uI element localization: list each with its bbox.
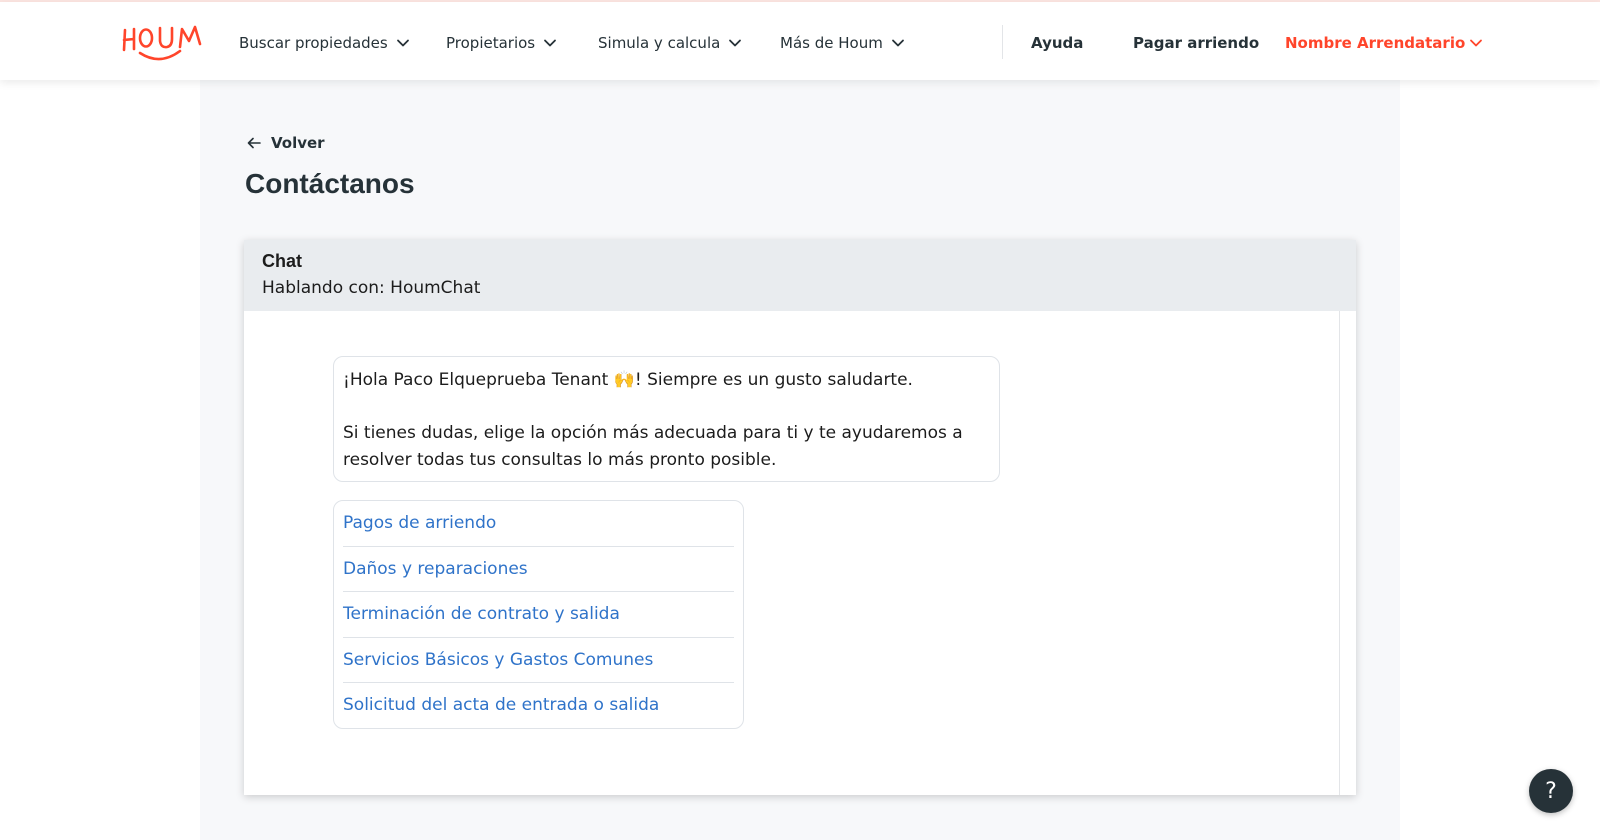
chevron-down-icon xyxy=(1469,36,1483,50)
top-navbar: Buscar propiedades Propietarios Simula y… xyxy=(0,2,1600,80)
nav-buscar-propiedades[interactable]: Buscar propiedades xyxy=(239,31,410,55)
chevron-down-icon xyxy=(543,36,557,50)
user-menu-label: Nombre Arrendatario xyxy=(1285,34,1466,52)
chevron-down-icon xyxy=(891,36,905,50)
option-danos-y-reparaciones[interactable]: Daños y reparaciones xyxy=(343,547,734,593)
bot-message: Si tienes dudas, elige la opción más ade… xyxy=(343,423,963,470)
nav-simula-y-calcula[interactable]: Simula y calcula xyxy=(598,31,742,55)
nav-label: Más de Houm xyxy=(780,34,883,52)
chat-scrollbar[interactable] xyxy=(1339,311,1340,795)
chat-panel: Chat Hablando con: HoumChat ¡Hola Paco E… xyxy=(244,240,1356,795)
nav-mas-de-houm[interactable]: Más de Houm xyxy=(780,31,905,55)
chat-header: Chat Hablando con: HoumChat xyxy=(244,240,1356,311)
option-pagos-de-arriendo[interactable]: Pagos de arriendo xyxy=(343,501,734,547)
chat-subtitle: Hablando con: HoumChat xyxy=(262,278,481,298)
chat-options-list: Pagos de arriendo Daños y reparaciones T… xyxy=(333,500,744,729)
back-link[interactable]: Volver xyxy=(247,131,325,155)
bot-message-bubble: ¡Hola Paco Elqueprueba Tenant 🙌! Siempre… xyxy=(333,356,1000,482)
chevron-down-icon xyxy=(396,36,410,50)
houm-logo[interactable] xyxy=(122,20,204,62)
chat-title: Chat xyxy=(262,251,302,271)
page-title: Contáctanos xyxy=(245,168,415,199)
bot-greeting: ¡Hola Paco Elqueprueba Tenant 🙌! Siempre… xyxy=(343,370,913,390)
option-solicitud-acta[interactable]: Solicitud del acta de entrada o salida xyxy=(343,683,734,729)
chevron-down-icon xyxy=(728,36,742,50)
nav-label: Simula y calcula xyxy=(598,34,721,52)
nav-label: Propietarios xyxy=(446,34,536,52)
option-terminacion-de-contrato[interactable]: Terminación de contrato y salida xyxy=(343,592,734,638)
arrow-left-icon xyxy=(247,136,261,150)
option-servicios-basicos[interactable]: Servicios Básicos y Gastos Comunes xyxy=(343,638,734,684)
nav-divider xyxy=(1002,25,1003,59)
question-icon: ? xyxy=(1545,778,1557,804)
help-button[interactable]: ? xyxy=(1529,769,1573,813)
user-menu[interactable]: Nombre Arrendatario xyxy=(1285,31,1483,55)
nav-propietarios[interactable]: Propietarios xyxy=(446,31,557,55)
nav-ayuda-link[interactable]: Ayuda xyxy=(1031,31,1083,55)
nav-label: Buscar propiedades xyxy=(239,34,388,52)
back-link-label: Volver xyxy=(271,134,325,152)
nav-pagar-arriendo-link[interactable]: Pagar arriendo xyxy=(1133,31,1259,55)
